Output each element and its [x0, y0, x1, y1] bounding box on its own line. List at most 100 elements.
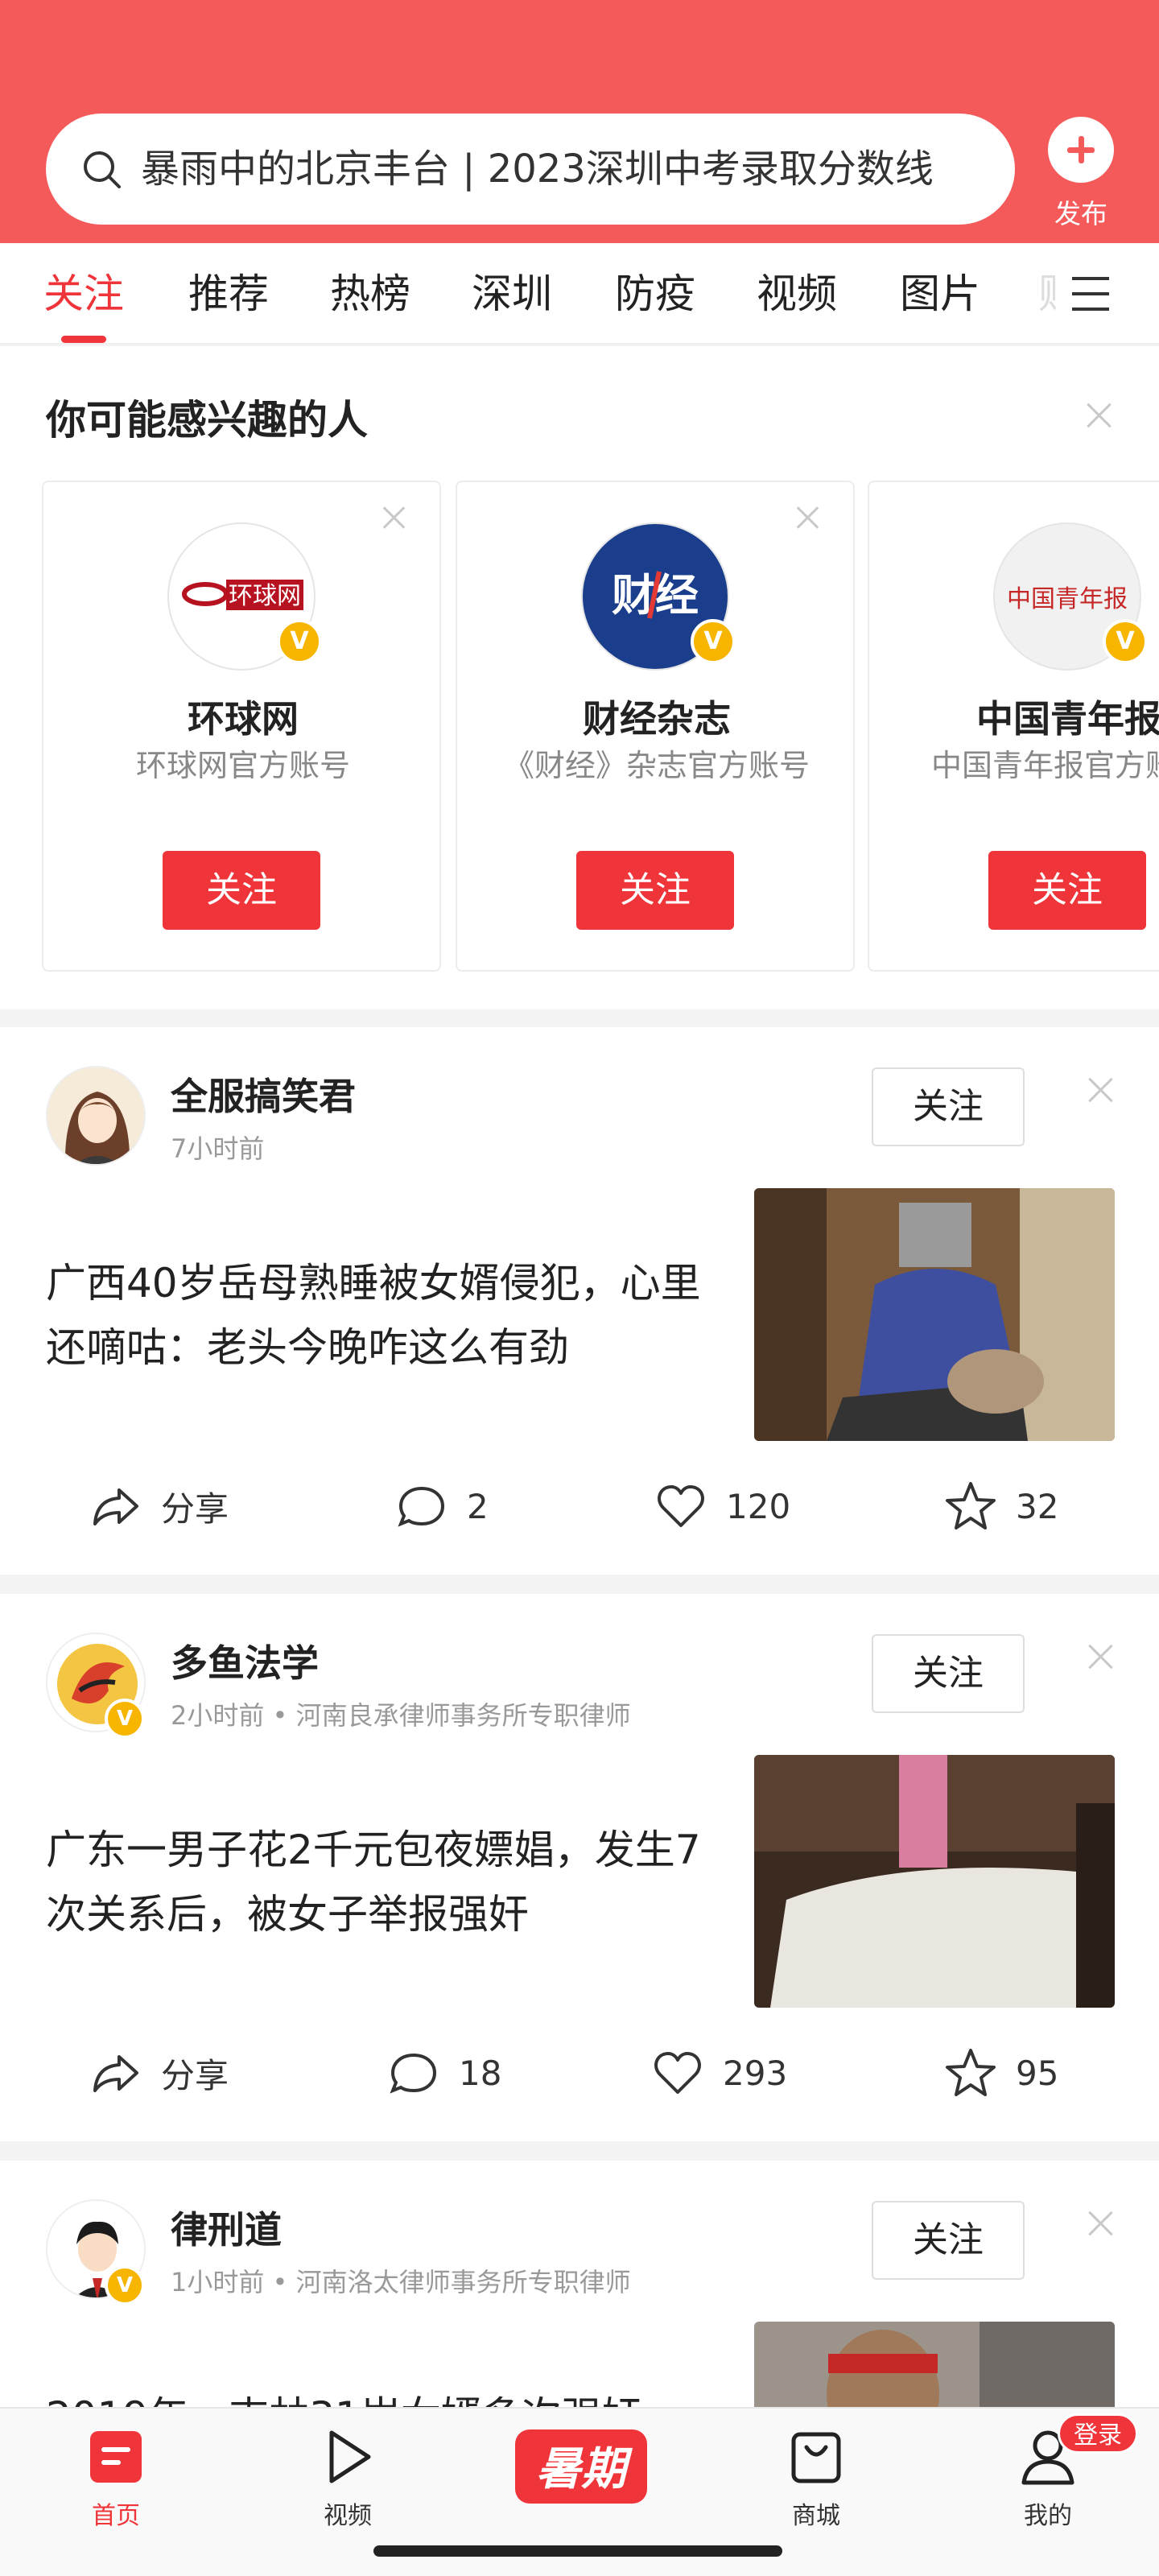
- share-icon: [93, 2055, 138, 2092]
- star-icon: [946, 2049, 996, 2096]
- account-desc: 环球网官方账号: [135, 748, 350, 783]
- account-name[interactable]: 中国青年报: [869, 690, 1159, 743]
- account-name[interactable]: 财经杂志: [457, 690, 853, 743]
- close-icon[interactable]: [1085, 2207, 1117, 2240]
- avatar[interactable]: [46, 1066, 146, 1166]
- comment-icon: [390, 2053, 437, 2094]
- comment-button[interactable]: 2: [394, 1470, 489, 1542]
- suggested-accounts: 你可能感兴趣的人 环球网 V 环球网 环球网官方账号 关注 财经: [0, 346, 1159, 1009]
- close-icon[interactable]: [380, 503, 409, 532]
- post-meta: 7小时前: [171, 1133, 265, 1164]
- summer-badge-icon: 暑期: [515, 2429, 647, 2504]
- close-icon[interactable]: [1085, 1074, 1117, 1106]
- share-icon: [93, 1488, 138, 1525]
- nav-home-label: 首页: [92, 2502, 140, 2530]
- nav-mall[interactable]: 商城: [752, 2426, 881, 2531]
- publish-button[interactable]: 发布: [1048, 117, 1114, 231]
- like-count: 120: [726, 1486, 791, 1526]
- author-name[interactable]: 多鱼法学: [171, 1634, 319, 1687]
- suggest-card[interactable]: 中国青年报 V 中国青年报 中国青年报官方账号 关注: [868, 481, 1159, 972]
- like-button[interactable]: 293: [650, 2037, 787, 2109]
- search-hot-words[interactable]: 暴雨中的北京丰台 | 2023深圳中考录取分数线: [141, 114, 994, 225]
- follow-button[interactable]: 关注: [163, 851, 320, 930]
- nav-video[interactable]: 视频: [283, 2426, 412, 2531]
- comment-icon: [398, 1486, 445, 1527]
- plus-icon: [1048, 117, 1114, 183]
- search-bar[interactable]: 暴雨中的北京丰台 | 2023深圳中考录取分数线: [46, 114, 1015, 225]
- login-badge[interactable]: 登录: [1058, 2413, 1138, 2454]
- nav-mine-label: 我的: [1024, 2502, 1072, 2530]
- feed-post[interactable]: V 律刑道 1小时前 • 河南洛太律师事务所专职律师 关注 2019年，吉林31…: [0, 2161, 1159, 2574]
- heart-icon: [658, 1485, 704, 1527]
- svg-text:暑期: 暑期: [536, 2443, 633, 2496]
- app-root: 暴雨中的北京丰台 | 2023深圳中考录取分数线 发布 关注 推荐 热榜 深圳 …: [0, 0, 1159, 2576]
- author-name[interactable]: 全服搞笑君: [171, 1067, 356, 1121]
- share-button[interactable]: 分享: [89, 2037, 229, 2109]
- nav-video-label: 视频: [324, 2502, 372, 2530]
- suggest-card[interactable]: 环球网 V 环球网 环球网官方账号 关注: [42, 481, 441, 972]
- nav-home[interactable]: 首页: [52, 2426, 180, 2531]
- tab-hot[interactable]: 热榜: [330, 266, 410, 322]
- post-actions: 分享 18 293 95: [0, 2037, 1159, 2109]
- svg-text:环球网: 环球网: [229, 582, 301, 610]
- close-icon[interactable]: [794, 503, 823, 532]
- tab-follow[interactable]: 关注: [43, 266, 124, 343]
- follow-button[interactable]: 关注: [872, 1634, 1025, 1713]
- comment-count: 2: [467, 1486, 489, 1526]
- account-desc: 《财经》杂志官方账号: [503, 748, 810, 783]
- close-icon[interactable]: [1083, 399, 1116, 431]
- suggest-card[interactable]: 财经 V 财经杂志 《财经》杂志官方账号 关注: [456, 481, 855, 972]
- anime-girl-avatar-icon: [47, 1067, 144, 1164]
- favorite-button[interactable]: 32: [943, 1470, 1058, 1542]
- publish-label: 发布: [1054, 198, 1107, 229]
- home-indicator[interactable]: [373, 2545, 782, 2557]
- feed-post[interactable]: V 多鱼法学 2小时前 • 河南良承律师事务所专职律师 关注 广东一男子花2千元…: [0, 1594, 1159, 2141]
- like-count: 293: [723, 2053, 788, 2093]
- follow-button[interactable]: 关注: [872, 2201, 1025, 2280]
- nav-summer[interactable]: 暑期: [509, 2418, 654, 2515]
- follow-button[interactable]: 关注: [576, 851, 734, 930]
- favorite-count: 95: [1016, 2053, 1059, 2093]
- favorite-button[interactable]: 95: [943, 2037, 1058, 2109]
- tab-finance[interactable]: 财: [1038, 266, 1056, 322]
- post-thumbnail[interactable]: [754, 1188, 1115, 1441]
- comment-button[interactable]: 18: [386, 2037, 501, 2109]
- tab-video[interactable]: 视频: [757, 266, 837, 322]
- photo-hotel-room-icon: [754, 1755, 1115, 2008]
- nav-mall-label: 商城: [792, 2502, 840, 2530]
- tab-recommend[interactable]: 推荐: [188, 266, 269, 322]
- share-button[interactable]: 分享: [89, 1470, 229, 1542]
- home-icon: [90, 2431, 142, 2483]
- tab-epidemic[interactable]: 防疫: [615, 266, 695, 322]
- share-label: 分享: [161, 2055, 229, 2095]
- account-name[interactable]: 环球网: [43, 690, 439, 743]
- follow-button[interactable]: 关注: [988, 851, 1146, 930]
- tab-pictures[interactable]: 图片: [900, 266, 980, 322]
- close-icon[interactable]: [1085, 1641, 1117, 1673]
- account-desc: 中国青年报官方账号: [930, 748, 1159, 783]
- search-icon: [84, 151, 121, 188]
- heart-icon: [654, 2052, 701, 2094]
- tab-shenzhen[interactable]: 深圳: [472, 266, 552, 322]
- shopping-bag-icon: [791, 2432, 841, 2483]
- author-name[interactable]: 律刑道: [171, 2201, 282, 2254]
- verified-icon: V: [691, 619, 736, 664]
- post-thumbnail[interactable]: [754, 1755, 1115, 2008]
- share-label: 分享: [161, 1488, 229, 1529]
- verified-icon: V: [1103, 619, 1148, 664]
- verified-icon: V: [105, 1699, 145, 1739]
- star-icon: [946, 1482, 996, 1530]
- play-icon: [329, 2430, 371, 2483]
- verified-icon: V: [105, 2265, 145, 2306]
- feed-post[interactable]: 全服搞笑君 7小时前 关注 广西40岁岳母熟睡被女婿侵犯，心里还嘀咕：老头今晚咋…: [0, 1027, 1159, 1575]
- post-title[interactable]: 广东一男子花2千元包夜嫖娼，发生7次关系后，被女子举报强奸: [46, 1818, 730, 1946]
- post-title[interactable]: 广西40岁岳母熟睡被女婿侵犯，心里还嘀咕：老头今晚咋这么有劲: [46, 1251, 730, 1380]
- post-actions: 分享 2 120 32: [0, 1470, 1159, 1542]
- like-button[interactable]: 120: [654, 1470, 790, 1542]
- menu-icon[interactable]: [1069, 272, 1112, 316]
- post-meta: 1小时前 • 河南洛太律师事务所专职律师: [171, 2267, 631, 2297]
- favorite-count: 32: [1016, 1486, 1059, 1526]
- channel-tabs: 关注 推荐 热榜 深圳 防疫 视频 图片 财: [0, 243, 1159, 345]
- follow-button[interactable]: 关注: [872, 1067, 1025, 1146]
- verified-icon: V: [277, 619, 322, 664]
